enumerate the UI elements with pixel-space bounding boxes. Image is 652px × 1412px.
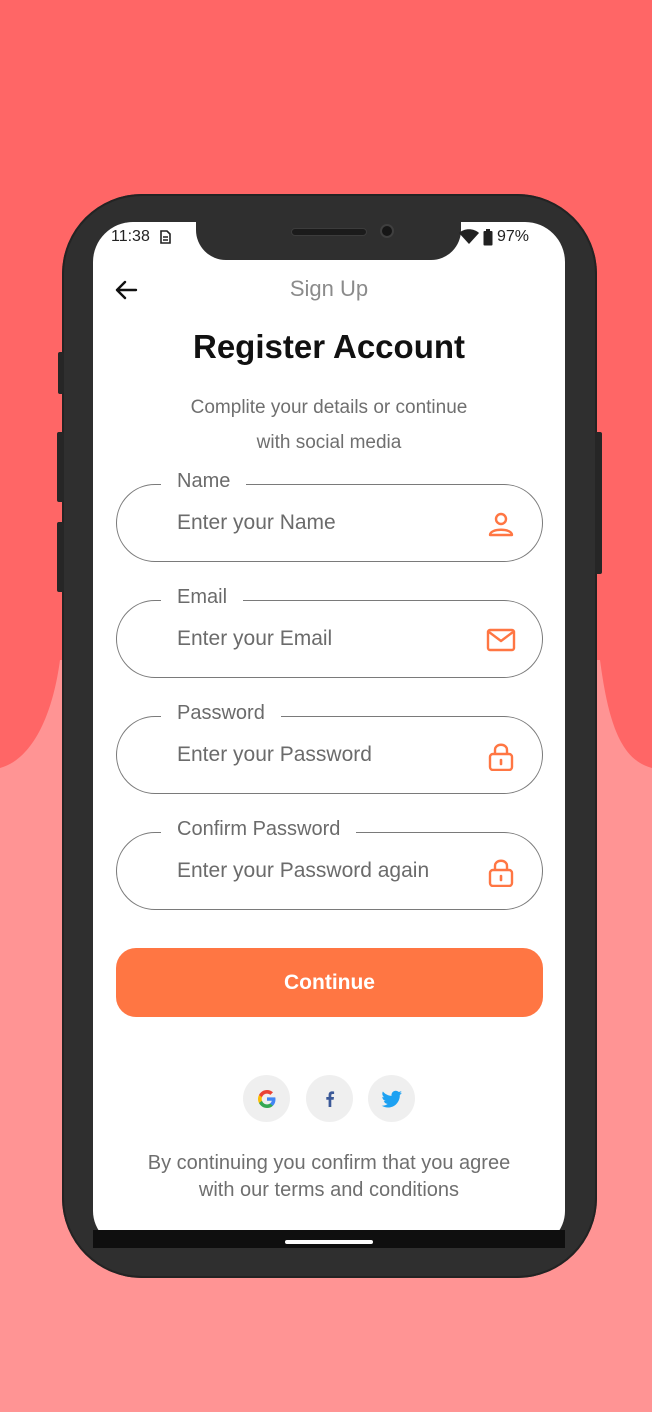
power-button (595, 432, 602, 574)
lock-icon (488, 743, 514, 771)
facebook-button[interactable] (306, 1075, 353, 1122)
google-icon (257, 1089, 275, 1108)
battery-percent: 97% (497, 228, 530, 245)
status-bar-left: 11:38 (111, 228, 172, 246)
user-icon (488, 512, 514, 537)
page-title: Sign Up (289, 276, 369, 301)
facebook-icon (325, 1090, 334, 1107)
battery-icon (483, 228, 493, 245)
name-placeholder: Enter your Name (177, 511, 336, 534)
name-field[interactable]: Name Enter your Name (116, 470, 543, 562)
confirm-password-placeholder: Enter your Password again (177, 859, 430, 882)
back-button[interactable] (112, 276, 140, 304)
twitter-button[interactable] (368, 1075, 415, 1122)
email-field[interactable]: Email Enter your Email (116, 586, 543, 678)
mail-icon (486, 628, 516, 652)
volume-down-button (57, 522, 64, 592)
speaker-grille (291, 228, 367, 236)
arrow-left-icon (115, 280, 138, 300)
navigation-bar (93, 1230, 565, 1248)
email-label: Email (161, 586, 244, 609)
front-camera (380, 224, 394, 238)
google-button[interactable] (243, 1075, 290, 1122)
subtitle: Complite your details or continue with s… (93, 390, 565, 460)
password-label: Password (161, 702, 281, 725)
confirm-password-label: Confirm Password (161, 818, 357, 841)
subtitle-line-2: with social media (256, 432, 402, 453)
email-placeholder: Enter your Email (177, 627, 333, 650)
password-placeholder: Enter your Password (177, 743, 372, 766)
status-bar-right: 97% (459, 228, 529, 246)
terms-line-1: By continuing you confirm that you agree (147, 1152, 511, 1174)
terms-line-2: with our terms and conditions (198, 1179, 460, 1201)
subtitle-line-1: Complite your details or continue (190, 397, 468, 418)
home-indicator[interactable] (285, 1240, 373, 1244)
lock-icon (488, 859, 514, 887)
wifi-icon (459, 229, 479, 244)
terms-text: By continuing you confirm that you agree… (93, 1150, 565, 1204)
sim-icon (160, 230, 171, 244)
name-label: Name (161, 470, 247, 493)
continue-button[interactable]: Continue (116, 948, 543, 1017)
twitter-icon (381, 1090, 402, 1107)
register-heading: Register Account (193, 328, 465, 365)
confirm-password-field[interactable]: Confirm Password Enter your Password aga… (116, 818, 543, 910)
status-time: 11:38 (111, 228, 150, 245)
volume-button (58, 352, 64, 394)
volume-up-button (57, 432, 64, 502)
password-field[interactable]: Password Enter your Password (116, 702, 543, 794)
